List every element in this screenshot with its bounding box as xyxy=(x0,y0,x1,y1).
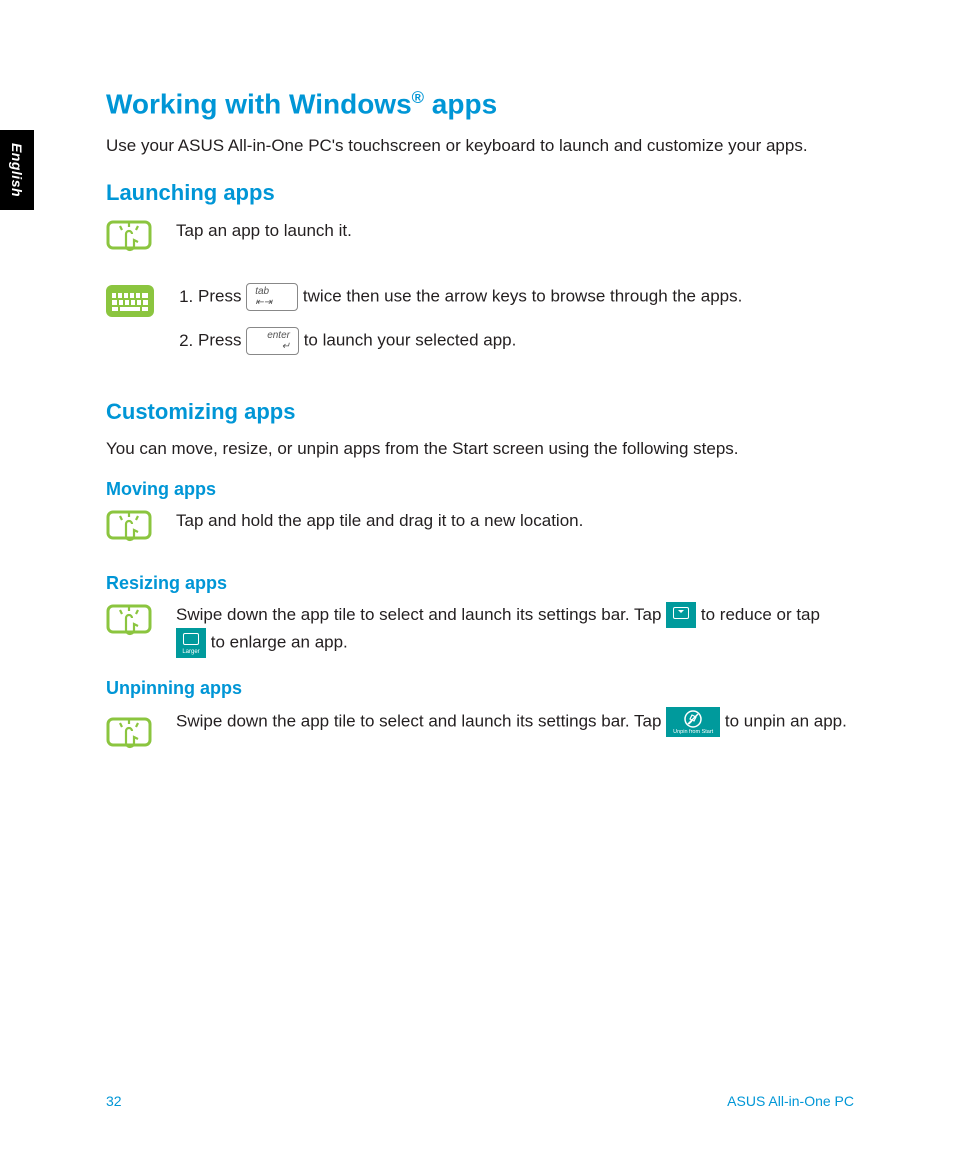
language-tab-label: English xyxy=(9,143,25,197)
unpinning-text: Swipe down the app tile to select and la… xyxy=(176,707,854,737)
heading-unpinning: Unpinning apps xyxy=(106,678,854,699)
page-footer: 32 ASUS All-in-One PC xyxy=(106,1093,854,1109)
enter-key-icon: enter↵ xyxy=(246,327,299,355)
touch-icon xyxy=(106,602,176,647)
page-content: Working with Windows® apps Use your ASUS… xyxy=(0,0,954,838)
keyboard-icon xyxy=(106,283,176,322)
row-unpinning: Swipe down the app tile to select and la… xyxy=(106,707,854,760)
customizing-intro: You can move, resize, or unpin apps from… xyxy=(106,437,854,461)
launching-keyboard-steps: Press tab⇤⇥ twice then use the arrow key… xyxy=(176,283,854,371)
resizing-text: Swipe down the app tile to select and la… xyxy=(176,602,854,659)
section-launching: Launching apps Tap an app to launch it. xyxy=(106,180,854,371)
row-moving: Tap and hold the app tile and drag it to… xyxy=(106,508,854,553)
intro-text: Use your ASUS All-in-One PC's touchscree… xyxy=(106,134,854,158)
touch-icon xyxy=(106,508,176,553)
step-1: Press tab⇤⇥ twice then use the arrow key… xyxy=(198,283,854,311)
heading-launching: Launching apps xyxy=(106,180,854,206)
row-launching-keyboard: Press tab⇤⇥ twice then use the arrow key… xyxy=(106,283,854,371)
registered-mark: ® xyxy=(412,88,424,107)
step-2: Press enter↵ to launch your selected app… xyxy=(198,327,854,355)
row-launching-touch: Tap an app to launch it. xyxy=(106,218,854,263)
touch-icon xyxy=(106,707,176,760)
moving-text: Tap and hold the app tile and drag it to… xyxy=(176,508,854,534)
heading-resizing: Resizing apps xyxy=(106,573,854,594)
tab-key-icon: tab⇤⇥ xyxy=(246,283,298,311)
unpin-tile-icon: Unpin from Start xyxy=(666,707,720,737)
page-number: 32 xyxy=(106,1093,122,1109)
heading-customizing: Customizing apps xyxy=(106,399,854,425)
heading-moving: Moving apps xyxy=(106,479,854,500)
launching-touch-text: Tap an app to launch it. xyxy=(176,218,854,244)
smaller-tile-icon xyxy=(666,602,696,628)
section-customizing: Customizing apps You can move, resize, o… xyxy=(106,399,854,760)
touch-icon xyxy=(106,218,176,263)
larger-tile-icon: Larger xyxy=(176,628,206,658)
product-name: ASUS All-in-One PC xyxy=(727,1093,854,1109)
page-title: Working with Windows® apps xyxy=(106,88,854,120)
language-tab: English xyxy=(0,130,34,210)
row-resizing: Swipe down the app tile to select and la… xyxy=(106,602,854,659)
